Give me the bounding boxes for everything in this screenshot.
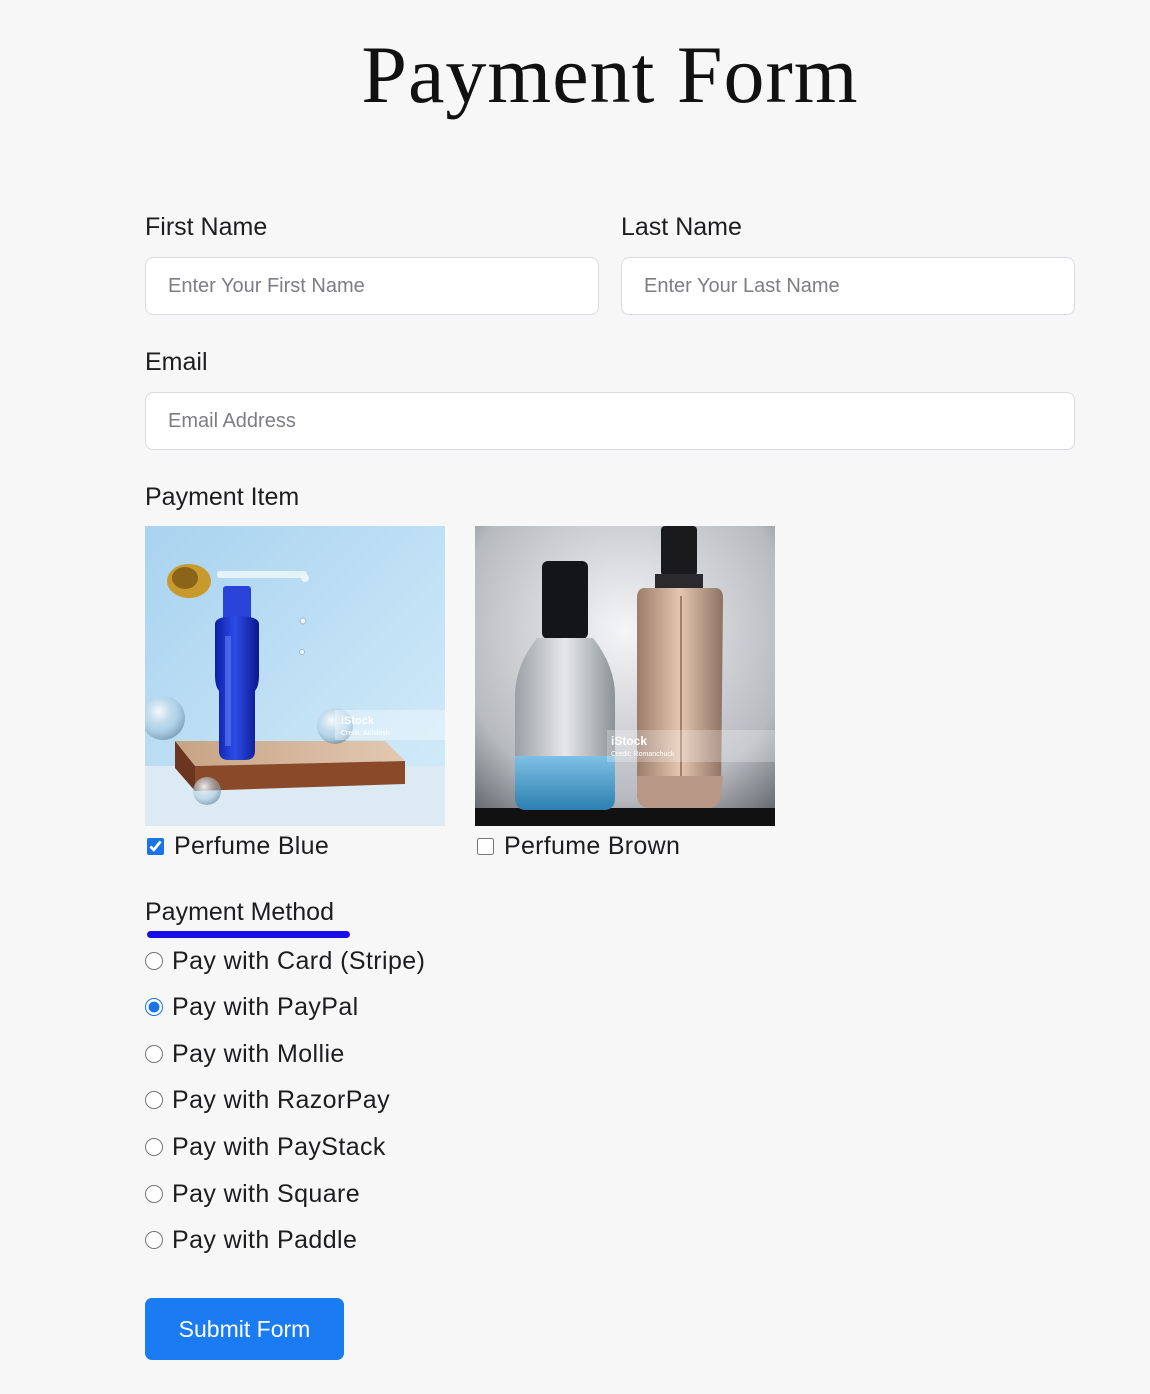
payment-option-paystack[interactable]: Pay with PayStack [145, 1132, 386, 1162]
email-input[interactable] [145, 392, 1075, 450]
payment-method-underline [147, 931, 350, 938]
radio-paypal[interactable] [145, 998, 163, 1016]
payment-option-label: Pay with RazorPay [172, 1085, 390, 1114]
radio-stripe[interactable] [145, 952, 163, 970]
perfume-blue-illustration: iStock Credit: Akhilesh [145, 526, 445, 826]
payment-option-square[interactable]: Pay with Square [145, 1179, 360, 1209]
payment-method-label: Payment Method [145, 898, 334, 926]
payment-item-card-blue: iStock Credit: Akhilesh Perfume Blue [145, 526, 445, 860]
perfume-brown-option[interactable]: Perfume Brown [475, 832, 775, 860]
watermark-text: iStock [341, 715, 375, 727]
watermark-text: iStock [611, 734, 647, 748]
payment-option-paypal[interactable]: Pay with PayPal [145, 992, 359, 1022]
payment-option-paddle[interactable]: Pay with Paddle [145, 1225, 357, 1255]
watermark-credit: Credit: Romanchuck [611, 751, 675, 758]
last-name-input[interactable] [621, 257, 1075, 315]
perfume-brown-illustration: iStock Credit: Romanchuck [475, 526, 775, 826]
payment-option-label: Pay with PayPal [172, 992, 359, 1021]
perfume-blue-image[interactable]: iStock Credit: Akhilesh [145, 526, 445, 826]
last-name-label: Last Name [621, 213, 742, 241]
radio-mollie[interactable] [145, 1045, 163, 1063]
email-label: Email [145, 348, 208, 376]
radio-square[interactable] [145, 1185, 163, 1203]
first-name-label: First Name [145, 213, 268, 241]
watermark-credit: Credit: Akhilesh [341, 730, 390, 737]
perfume-brown-image[interactable]: iStock Credit: Romanchuck [475, 526, 775, 826]
perfume-brown-label: Perfume Brown [504, 831, 681, 860]
payment-option-razorpay[interactable]: Pay with RazorPay [145, 1085, 390, 1115]
perfume-brown-checkbox[interactable] [477, 837, 494, 855]
submit-button[interactable]: Submit Form [145, 1298, 344, 1360]
perfume-blue-label: Perfume Blue [174, 831, 330, 860]
perfume-blue-option[interactable]: Perfume Blue [145, 832, 445, 860]
payment-item-label: Payment Item [145, 483, 300, 511]
payment-option-label: Pay with Square [172, 1179, 361, 1208]
payment-option-label: Pay with Paddle [172, 1225, 358, 1254]
payment-item-card-brown: iStock Credit: Romanchuck Perfume Brown [475, 526, 775, 860]
radio-paddle[interactable] [145, 1231, 163, 1249]
payment-option-mollie[interactable]: Pay with Mollie [145, 1039, 345, 1069]
radio-paystack[interactable] [145, 1138, 163, 1156]
payment-option-label: Pay with PayStack [172, 1132, 386, 1161]
payment-option-label: Pay with Card (Stripe) [172, 946, 426, 975]
first-name-input[interactable] [145, 257, 599, 315]
perfume-blue-checkbox[interactable] [147, 837, 164, 855]
payment-option-label: Pay with Mollie [172, 1039, 345, 1068]
page-title: Payment Form [361, 29, 859, 120]
radio-razorpay[interactable] [145, 1091, 163, 1109]
payment-option-stripe[interactable]: Pay with Card (Stripe) [145, 946, 425, 976]
